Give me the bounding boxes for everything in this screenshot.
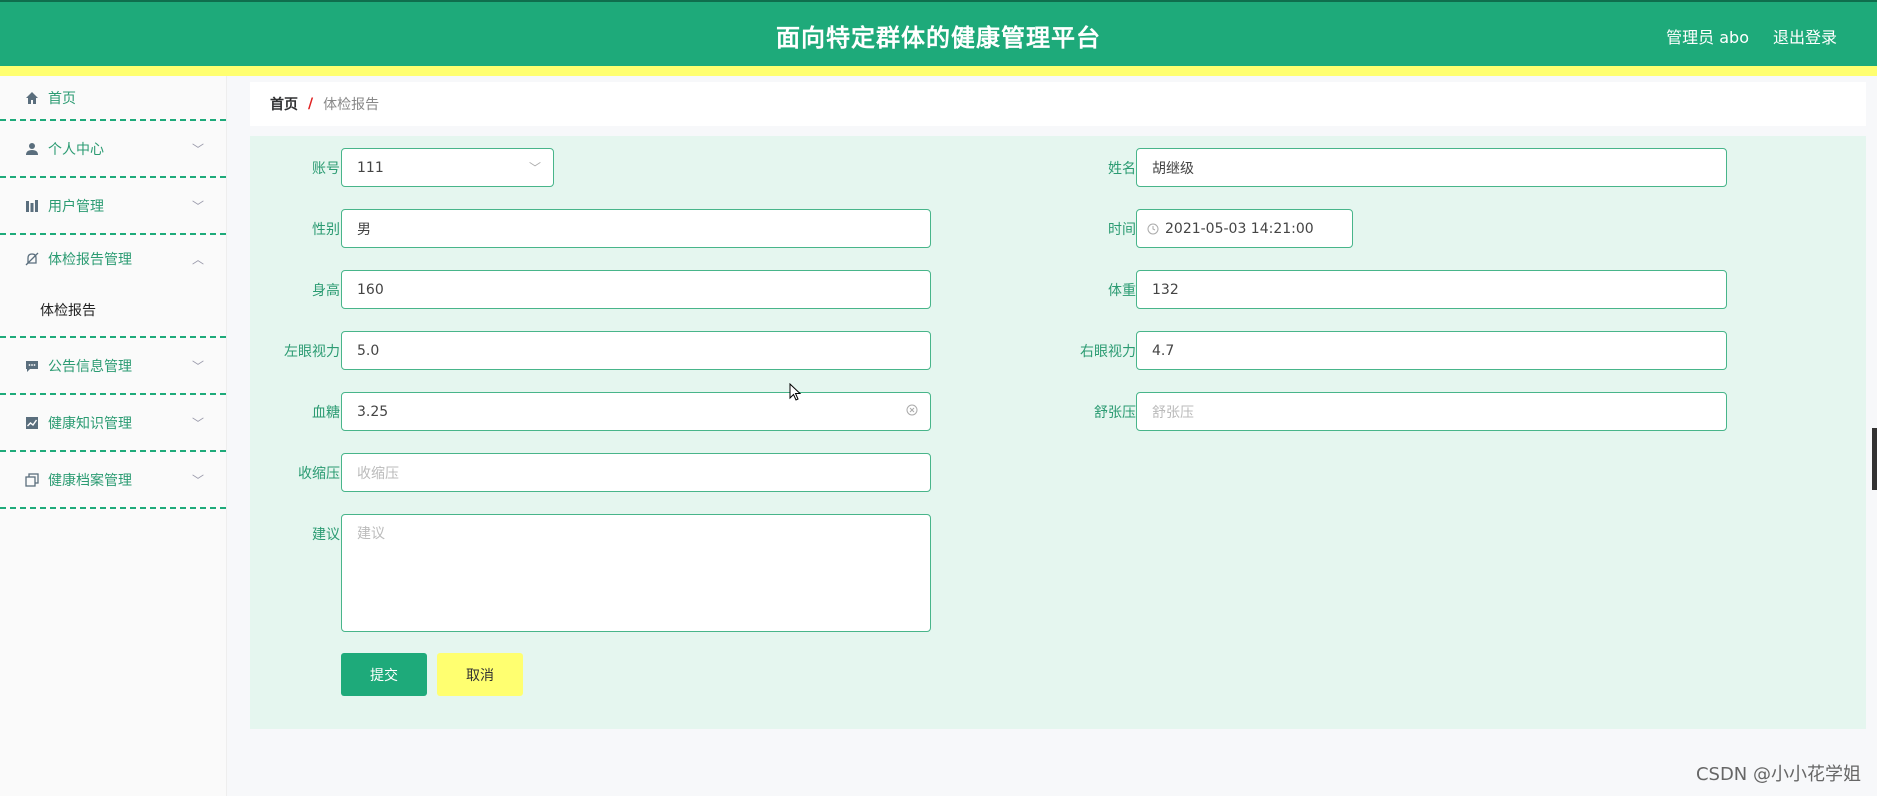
clear-icon[interactable]: [906, 404, 918, 419]
systolic-placeholder: 收缩压: [357, 465, 399, 482]
home-icon: [24, 90, 40, 106]
diastolic-placeholder: 舒张压: [1152, 404, 1194, 421]
name-label: 姓名: [1108, 161, 1136, 177]
gender-field[interactable]: 男: [341, 209, 931, 248]
sidebar-item-report-management[interactable]: 体检报告管理 ︿: [0, 235, 226, 283]
trend-icon: [24, 415, 40, 431]
gender-label: 性别: [312, 222, 340, 238]
sidebar-item-archive-management[interactable]: 健康档案管理 ﹀: [0, 452, 226, 509]
sidebar-item-label: 首页: [48, 90, 76, 107]
diastolic-label: 舒张压: [1094, 405, 1136, 421]
systolic-label: 收缩压: [298, 466, 340, 482]
right-eye-label: 右眼视力: [1080, 344, 1136, 360]
gender-value: 男: [357, 221, 371, 238]
chevron-down-icon: ﹀: [191, 142, 204, 156]
app-title: 面向特定群体的健康管理平台: [776, 24, 1101, 52]
chevron-down-icon: ﹀: [191, 416, 204, 430]
weight-value: 132: [1152, 281, 1179, 298]
sidebar-subitem-report[interactable]: 体检报告: [0, 283, 226, 338]
sidebar-item-label: 健康知识管理: [48, 415, 132, 432]
chevron-down-icon: ﹀: [191, 473, 204, 487]
breadcrumb-separator: /: [308, 96, 314, 112]
message-icon: [24, 358, 40, 374]
sidebar-item-label: 公告信息管理: [48, 358, 132, 375]
time-picker[interactable]: 2021-05-03 14:21:00: [1136, 209, 1353, 248]
header-user-area: 管理员 abo 退出登录: [1666, 24, 1837, 48]
chart-icon: [24, 198, 40, 214]
blood-sugar-label: 血糖: [312, 405, 340, 421]
advice-label: 建议: [312, 527, 340, 543]
breadcrumb-current: 体检报告: [323, 97, 380, 113]
right-eye-value: 4.7: [1152, 342, 1175, 359]
breadcrumb-home[interactable]: 首页: [270, 94, 298, 114]
weight-label: 体重: [1108, 283, 1136, 299]
account-label: 账号: [312, 161, 340, 177]
breadcrumb: 首页 / 体检报告: [250, 82, 1866, 126]
account-select[interactable]: 111 ﹀: [341, 148, 554, 187]
sidebar-item-label: 个人中心: [48, 141, 104, 158]
sidebar-item-personal-center[interactable]: 个人中心 ﹀: [0, 121, 226, 178]
user-icon: [24, 141, 40, 157]
left-eye-label: 左眼视力: [284, 344, 340, 360]
scrollbar-thumb[interactable]: [1872, 428, 1877, 490]
chevron-up-icon: ︿: [191, 252, 204, 267]
header-accent-bar: [0, 66, 1877, 76]
sidebar-item-label: 用户管理: [48, 198, 104, 215]
sidebar-item-notice-management[interactable]: 公告信息管理 ﹀: [0, 338, 226, 395]
systolic-field[interactable]: 收缩压: [341, 453, 931, 492]
account-value: 111: [357, 159, 384, 176]
left-eye-value: 5.0: [357, 342, 380, 359]
sidebar-item-label: 体检报告管理: [48, 252, 132, 268]
blood-sugar-field[interactable]: 3.25: [341, 392, 931, 431]
user-label[interactable]: 管理员 abo: [1666, 24, 1749, 48]
bell-off-icon: [24, 251, 40, 267]
right-eye-field[interactable]: 4.7: [1136, 331, 1727, 370]
logout-link[interactable]: 退出登录: [1773, 24, 1837, 48]
sidebar-item-label: 健康档案管理: [48, 472, 132, 489]
advice-placeholder: 建议: [357, 526, 385, 542]
cancel-button[interactable]: 取消: [437, 653, 523, 696]
chevron-down-icon: ﹀: [191, 199, 204, 213]
name-value: 胡继级: [1152, 160, 1194, 177]
advice-textarea[interactable]: 建议: [341, 514, 931, 632]
chevron-down-icon: ﹀: [191, 359, 204, 373]
copy-icon: [24, 472, 40, 488]
sidebar-item-knowledge-management[interactable]: 健康知识管理 ﹀: [0, 395, 226, 452]
sidebar-item-home[interactable]: 首页: [0, 76, 226, 121]
watermark: CSDN @小小花学姐: [1695, 764, 1861, 785]
left-eye-field[interactable]: 5.0: [341, 331, 931, 370]
height-field[interactable]: 160: [341, 270, 931, 309]
weight-field[interactable]: 132: [1136, 270, 1727, 309]
diastolic-field[interactable]: 舒张压: [1136, 392, 1727, 431]
clock-icon: [1147, 223, 1159, 235]
height-label: 身高: [312, 283, 340, 299]
sidebar-item-user-management[interactable]: 用户管理 ﹀: [0, 178, 226, 235]
blood-sugar-value: 3.25: [357, 403, 389, 420]
chevron-down-icon: ﹀: [528, 161, 541, 175]
name-field[interactable]: 胡继级: [1136, 148, 1727, 187]
report-form: 账号 111 ﹀ 姓名 胡继级 性别 男 时间 2021-05-03 14:21…: [250, 136, 1866, 729]
submit-button[interactable]: 提交: [341, 653, 427, 696]
top-header: 面向特定群体的健康管理平台 管理员 abo 退出登录: [0, 0, 1877, 68]
time-value: 2021-05-03 14:21:00: [1165, 220, 1314, 237]
sidebar: 首页 个人中心 ﹀ 用户管理 ﹀ 体检报告管理 ︿ 体检报告 公告信息管理 ﹀ …: [0, 76, 227, 796]
time-label: 时间: [1108, 222, 1136, 238]
height-value: 160: [357, 281, 384, 298]
